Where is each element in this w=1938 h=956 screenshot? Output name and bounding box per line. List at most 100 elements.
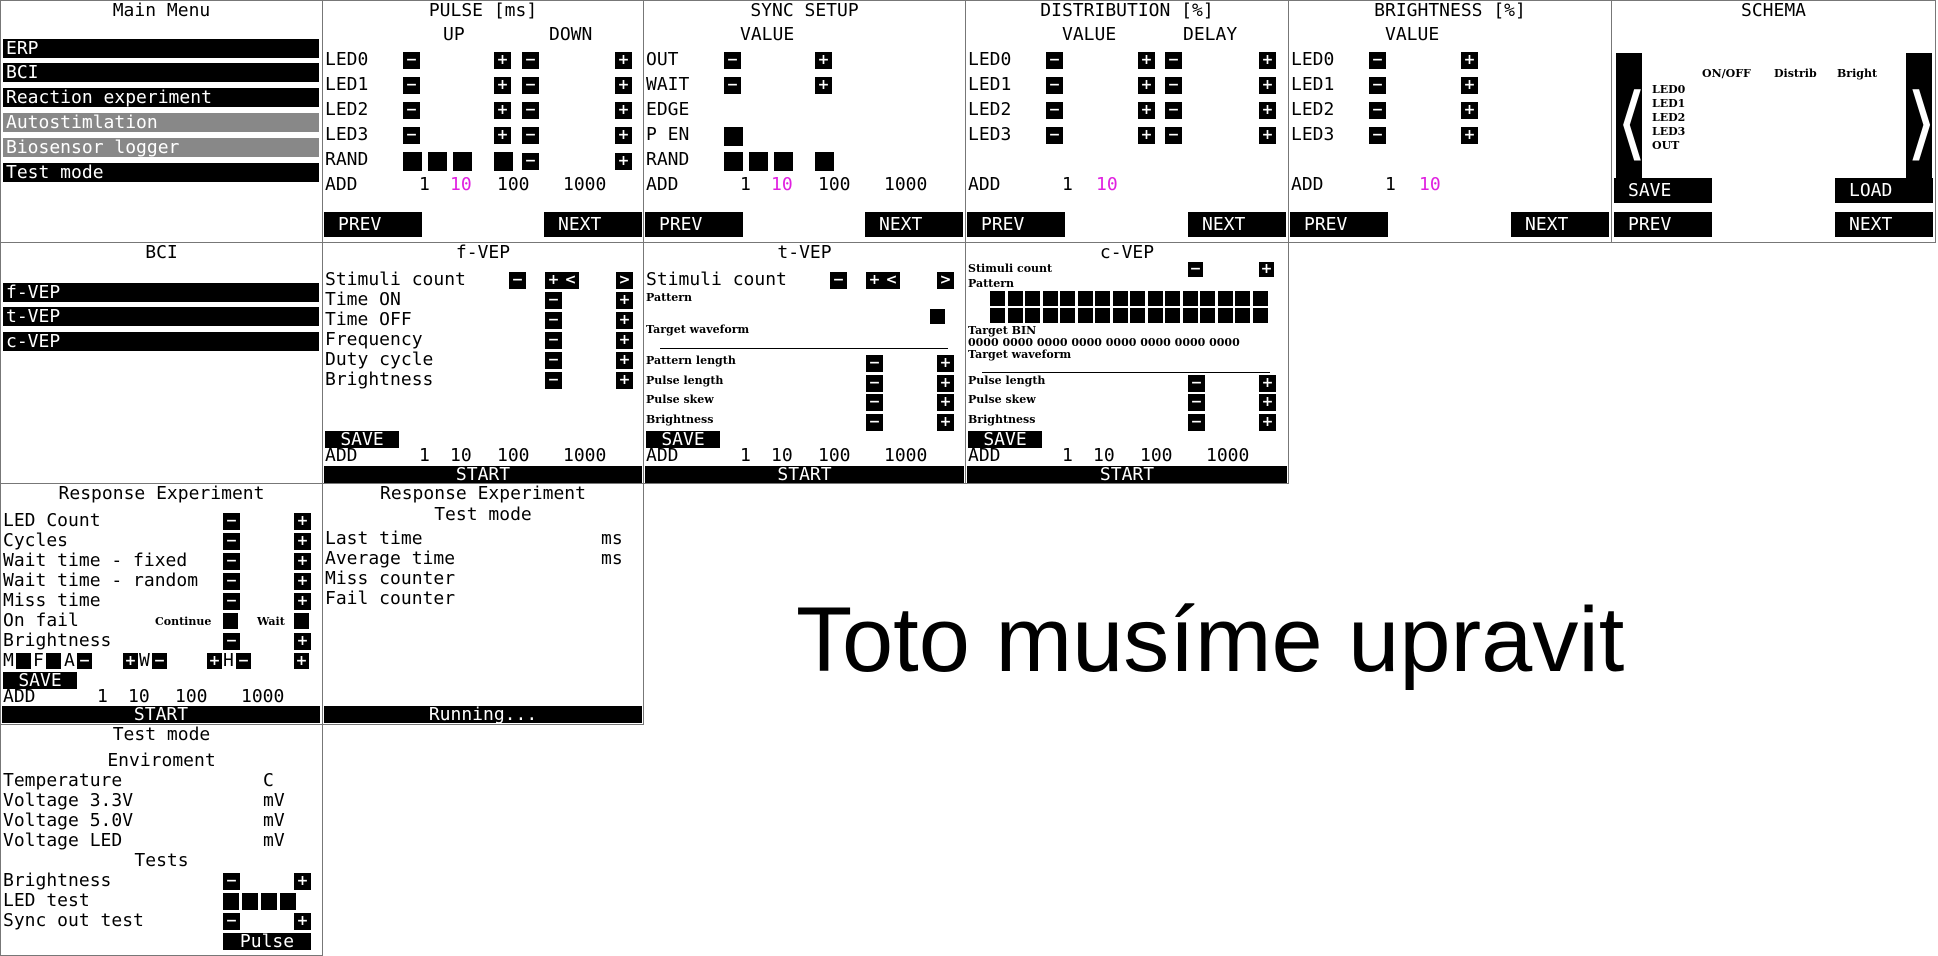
pattern-cell[interactable] [1217, 291, 1233, 306]
pattern-cell[interactable] [1182, 291, 1198, 306]
start-button[interactable]: START [967, 466, 1287, 483]
a-minus-button[interactable]: − [77, 653, 92, 669]
pulse-length-plus-button[interactable]: + [937, 375, 954, 392]
step-1000[interactable]: 1000 [884, 175, 927, 195]
pattern-cell[interactable] [1147, 308, 1163, 323]
pattern-cell[interactable] [1182, 308, 1198, 323]
led0-delay-minus-button[interactable]: − [1165, 52, 1182, 69]
h-minus-button[interactable]: − [236, 653, 251, 669]
step-100[interactable]: 100 [497, 446, 530, 466]
next-button[interactable]: NEXT [865, 212, 963, 237]
rand-toggle-0[interactable] [403, 152, 422, 171]
stimuli-minus-button[interactable]: − [830, 272, 847, 289]
led-test-toggle-2[interactable] [261, 893, 277, 910]
mode-m-toggle[interactable] [16, 653, 31, 669]
pulse-skew-plus-button[interactable]: + [937, 394, 954, 411]
led2-down-minus-button[interactable]: − [522, 102, 539, 119]
next-button[interactable]: NEXT [544, 212, 642, 237]
step-10[interactable]: 10 [1093, 446, 1115, 466]
step-10[interactable]: 10 [450, 446, 472, 466]
rand-toggle-3[interactable] [494, 152, 513, 171]
led0-down-plus-button[interactable]: + [615, 52, 632, 69]
led2-delay-plus-button[interactable]: + [1259, 102, 1276, 119]
pattern-cell[interactable] [1200, 291, 1215, 306]
led-test-toggle-1[interactable] [242, 893, 258, 910]
stimuli-minus-button[interactable]: − [1188, 262, 1203, 277]
prev-button[interactable]: PREV [1290, 212, 1388, 237]
out-minus-button[interactable]: − [724, 52, 741, 69]
led0-up-minus-button[interactable]: − [403, 52, 420, 69]
led2-minus-button[interactable]: − [1369, 102, 1386, 119]
led0-up-plus-button[interactable]: + [494, 52, 511, 69]
mode-f-toggle[interactable] [46, 653, 61, 669]
wait-fixed-plus-button[interactable]: + [294, 553, 311, 570]
step-100[interactable]: 100 [497, 175, 530, 195]
pattern-cell[interactable] [1007, 291, 1023, 306]
step-1[interactable]: 1 [740, 446, 751, 466]
time-on-plus-button[interactable]: + [616, 292, 633, 309]
rand-toggle-1[interactable] [428, 152, 447, 171]
pattern-cell[interactable] [1252, 291, 1268, 306]
stimuli-plus-button[interactable]: + [866, 272, 883, 289]
on-fail-continue-toggle[interactable] [223, 613, 238, 629]
p-en-toggle[interactable] [724, 127, 743, 146]
pattern-cell[interactable] [1147, 291, 1163, 306]
stimuli-right-button[interactable]: > [937, 272, 954, 289]
pattern-cell[interactable] [1060, 308, 1075, 323]
led2-plus-button[interactable]: + [1461, 102, 1478, 119]
prev-button[interactable]: PREV [324, 212, 422, 237]
step-100[interactable]: 100 [1140, 446, 1173, 466]
led-test-toggle-3[interactable] [280, 893, 296, 910]
bci-item-f-vep[interactable]: f-VEP [3, 283, 319, 302]
pattern-length-minus-button[interactable]: − [866, 355, 883, 372]
led0-value-minus-button[interactable]: − [1046, 52, 1063, 69]
pattern-cell[interactable] [1235, 308, 1250, 323]
led1-delay-plus-button[interactable]: + [1259, 77, 1276, 94]
pulse-button[interactable]: Pulse [223, 933, 311, 951]
rand-toggle-2[interactable] [453, 152, 472, 171]
step-1000[interactable]: 1000 [884, 446, 927, 466]
step-1[interactable]: 1 [740, 175, 751, 195]
brightness-minus-button[interactable]: − [545, 372, 562, 389]
step-1[interactable]: 1 [419, 446, 430, 466]
out-plus-button[interactable]: + [815, 52, 832, 69]
led3-value-plus-button[interactable]: + [1138, 127, 1155, 144]
led3-delay-minus-button[interactable]: − [1165, 127, 1182, 144]
step-100[interactable]: 100 [818, 446, 851, 466]
pattern-cell[interactable] [1112, 291, 1128, 306]
led3-plus-button[interactable]: + [1461, 127, 1478, 144]
pattern-cell[interactable] [1077, 291, 1093, 306]
led0-down-minus-button[interactable]: − [522, 52, 539, 69]
rand-toggle-1[interactable] [749, 152, 768, 171]
prev-button[interactable]: PREV [967, 212, 1065, 237]
step-1000[interactable]: 1000 [563, 446, 606, 466]
bci-item-t-vep[interactable]: t-VEP [3, 307, 319, 326]
led-count-plus-button[interactable]: + [294, 513, 311, 530]
rand-down-plus-button[interactable]: + [615, 153, 632, 170]
menu-item-autostimulation[interactable]: Autostimlation [3, 113, 319, 132]
brightness-plus-button[interactable]: + [294, 633, 311, 650]
pattern-cell[interactable] [1252, 308, 1268, 323]
pattern-cell[interactable] [990, 291, 1005, 306]
led2-value-plus-button[interactable]: + [1138, 102, 1155, 119]
led2-up-minus-button[interactable]: − [403, 102, 420, 119]
led1-value-minus-button[interactable]: − [1046, 77, 1063, 94]
h-plus-button[interactable]: + [294, 653, 309, 669]
miss-time-minus-button[interactable]: − [223, 593, 240, 610]
step-10[interactable]: 10 [1096, 175, 1118, 195]
pattern-length-plus-button[interactable]: + [937, 355, 954, 372]
led-test-toggle-0[interactable] [223, 893, 239, 910]
led1-up-plus-button[interactable]: + [494, 77, 511, 94]
pattern-cell[interactable] [1025, 291, 1040, 306]
frequency-minus-button[interactable]: − [545, 332, 562, 349]
led3-down-minus-button[interactable]: − [522, 127, 539, 144]
wait-random-minus-button[interactable]: − [223, 573, 240, 590]
pattern-cell[interactable] [1235, 291, 1250, 306]
step-1000[interactable]: 1000 [1206, 446, 1249, 466]
led0-plus-button[interactable]: + [1461, 52, 1478, 69]
w-minus-button[interactable]: − [152, 653, 167, 669]
pattern-cell[interactable] [1042, 291, 1058, 306]
step-1000[interactable]: 1000 [563, 175, 606, 195]
menu-item-biosensor-logger[interactable]: Biosensor logger [3, 138, 319, 157]
stimuli-minus-button[interactable]: − [509, 272, 526, 289]
